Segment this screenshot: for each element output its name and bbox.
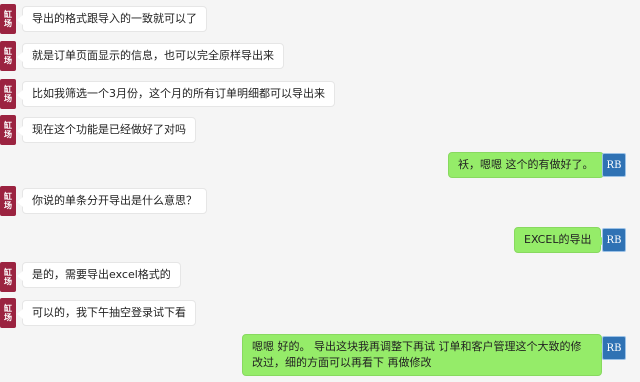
message-bubble: 比如我筛选一个3月份，这个月的所有订单明细都可以导出来 bbox=[17, 81, 335, 107]
message-bubble-outgoing: 袄，嗯嗯 这个的有做好了。 bbox=[448, 152, 608, 178]
message-bubble: 现在这个功能是已经做好了对吗 bbox=[17, 117, 196, 143]
message-bubble: 可以的，我下午抽空登录试下看 bbox=[17, 300, 196, 326]
contact-avatar[interactable]: 缸 场 bbox=[0, 79, 16, 109]
avatar-text: 缸 场 bbox=[4, 192, 12, 210]
contact-avatar[interactable]: 缸 场 bbox=[0, 186, 16, 216]
my-avatar[interactable]: RB bbox=[602, 228, 626, 252]
message-bubble: 就是订单页面显示的信息，也可以完全原样导出来 bbox=[17, 43, 284, 69]
avatar-text: 缸 场 bbox=[4, 304, 12, 322]
avatar-text: 缸 场 bbox=[4, 85, 12, 103]
message-bubble: 导出的格式跟导入的一致就可以了 bbox=[17, 6, 207, 32]
message-bubble-outgoing: 嗯嗯 好的。 导出这块我再调整下再试 订单和客户管理这个大致的修改过，细的方面可… bbox=[242, 334, 607, 376]
avatar-text: 缸 场 bbox=[4, 47, 12, 65]
my-avatar[interactable]: RB bbox=[602, 336, 626, 360]
message-bubble: 你说的单条分开导出是什么意思？ bbox=[17, 188, 207, 214]
contact-avatar[interactable]: 缸 场 bbox=[0, 262, 16, 292]
message-bubble-outgoing: EXCEL的导出 bbox=[514, 227, 607, 253]
message-bubble: 是的，需要导出excel格式的 bbox=[17, 262, 181, 288]
my-avatar[interactable]: RB bbox=[602, 153, 626, 177]
contact-avatar[interactable]: 缸 场 bbox=[0, 41, 16, 71]
contact-avatar[interactable]: 缸 场 bbox=[0, 115, 16, 145]
avatar-text: 缸 场 bbox=[4, 121, 12, 139]
avatar-text: 缸 场 bbox=[4, 268, 12, 286]
avatar-text: 缸 场 bbox=[4, 10, 12, 28]
contact-avatar[interactable]: 缸 场 bbox=[0, 4, 16, 34]
contact-avatar[interactable]: 缸 场 bbox=[0, 298, 16, 328]
